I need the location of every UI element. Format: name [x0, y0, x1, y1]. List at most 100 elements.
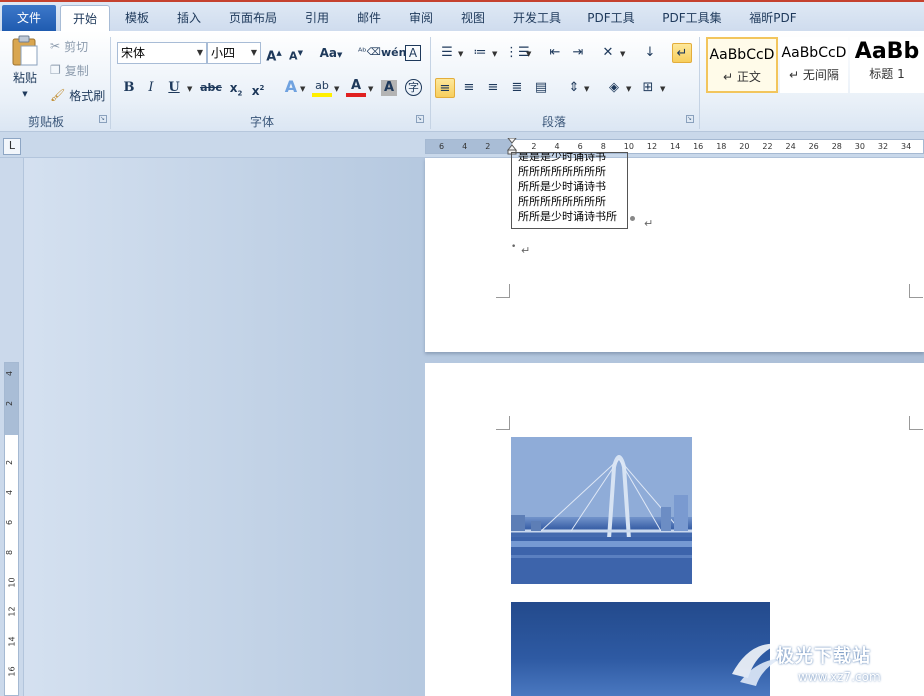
font-name-select[interactable]: 宋体 ▼	[117, 42, 207, 64]
vertical-ruler[interactable]: 4 2 2 4 6 8 10 12 14 16	[4, 362, 19, 696]
tab-developer[interactable]: 开发工具	[504, 7, 570, 31]
tab-references[interactable]: 引用	[296, 7, 338, 31]
clear-format-icon[interactable]: ᴬᵇ⌫	[358, 43, 381, 63]
style-normal[interactable]: AaBbCcD ↵ 正文	[706, 37, 778, 93]
style-preview: AaBb	[854, 39, 920, 64]
sort-icon[interactable]: ↓	[640, 43, 660, 63]
tab-selector[interactable]: L	[3, 138, 21, 155]
style-preview: AaBbCcD	[781, 45, 847, 61]
margin-corner	[909, 416, 923, 430]
strikethrough-icon[interactable]: abc	[200, 78, 222, 98]
numbering-icon[interactable]: ≔	[470, 43, 490, 63]
bold-icon[interactable]: B	[119, 78, 139, 98]
text-line: 是是是少时诵诗书	[518, 152, 606, 163]
tab-file[interactable]: 文件	[2, 5, 56, 31]
tab-pdf-toolset[interactable]: PDF工具集	[654, 7, 730, 31]
group-divider	[110, 37, 111, 129]
watermark-title: 极光下载站	[776, 646, 871, 667]
style-name: 标题 1	[869, 67, 905, 81]
clipboard-launcher-icon[interactable]: ↘	[99, 115, 107, 123]
chevron-down-icon[interactable]: ▼	[620, 50, 625, 58]
character-border-icon[interactable]: A	[405, 45, 421, 61]
ruler-tick-label: 16	[7, 666, 17, 677]
italic-icon[interactable]: I	[141, 78, 161, 98]
chevron-down-icon[interactable]: ▼	[334, 85, 339, 93]
enclose-character-icon[interactable]: 字	[405, 79, 422, 96]
chevron-down-icon[interactable]: ▼	[187, 85, 192, 93]
bridge-photo[interactable]	[511, 437, 692, 584]
subscript-icon[interactable]: x2	[226, 78, 246, 98]
resize-handle[interactable]	[630, 216, 635, 221]
tab-review[interactable]: 审阅	[400, 7, 442, 31]
chevron-down-icon[interactable]: ▼	[368, 85, 373, 93]
ruler-tick-label: 20	[739, 142, 750, 151]
line-spacing-icon[interactable]: ⇕	[564, 78, 584, 98]
horizontal-ruler[interactable]: 6422468101214161820222426283032343	[425, 138, 924, 155]
distributed-icon[interactable]: ▤	[531, 78, 551, 98]
text-line: 所所所所所所所所	[518, 165, 606, 178]
paste-button[interactable]: 粘贴 ▼	[8, 35, 42, 105]
show-formatting-marks-icon[interactable]: ↵	[672, 43, 692, 63]
cut-button[interactable]: ✂ 剪切	[50, 37, 88, 55]
tab-insert[interactable]: 插入	[168, 7, 210, 31]
ruler-tick-label: 6	[439, 142, 445, 151]
style-heading-1[interactable]: AaBb 标题 1	[850, 37, 924, 93]
text-effect-icon[interactable]: A	[281, 77, 301, 97]
tab-pdf-tools[interactable]: PDF工具	[580, 7, 642, 31]
paragraph-launcher-icon[interactable]: ↘	[686, 115, 694, 123]
tab-template[interactable]: 模板	[116, 7, 158, 31]
chevron-down-icon[interactable]: ▼	[492, 50, 497, 58]
tab-home[interactable]: 开始	[60, 5, 110, 33]
bullets-icon[interactable]: ☰	[437, 43, 457, 63]
text-box[interactable]: 是是是少时诵诗书 所所所所所所所所 所所是少时诵诗书 所所所所所所所所 所所是少…	[511, 152, 628, 229]
justify-icon[interactable]: ≣	[507, 78, 527, 98]
tab-view[interactable]: 视图	[452, 7, 494, 31]
tab-page-layout[interactable]: 页面布局	[222, 7, 284, 31]
font-launcher-icon[interactable]: ↘	[416, 115, 424, 123]
format-painter-label: 格式刷	[69, 88, 106, 103]
chevron-down-icon[interactable]: ▼	[584, 85, 589, 93]
multilevel-list-icon[interactable]: ⋮☰	[505, 43, 530, 63]
ruler-bar: L 6422468101214161820222426283032343	[0, 132, 924, 158]
grow-font-icon[interactable]: A▲	[264, 43, 284, 64]
format-painter-button[interactable]: 🖌 格式刷	[50, 86, 105, 104]
character-shading-icon[interactable]: A	[381, 80, 397, 96]
shrink-font-icon[interactable]: A▼	[286, 43, 306, 63]
borders-icon[interactable]: ⊞	[638, 78, 658, 98]
highlight-icon[interactable]: ab	[312, 78, 332, 97]
align-center-icon[interactable]: ≡	[459, 78, 479, 98]
copy-button[interactable]: ❐ 复制	[50, 61, 89, 79]
style-no-spacing[interactable]: AaBbCcD ↵ 无间隔	[780, 37, 848, 93]
chevron-down-icon[interactable]: ▼	[300, 85, 305, 93]
ruler-tick-label: 8	[600, 142, 606, 151]
chinese-layout-icon[interactable]: ✕	[598, 43, 618, 63]
ruler-tick-label: 2	[5, 400, 15, 406]
ruler-tick-label: 10	[7, 577, 17, 588]
ruler-tick-label: 10	[623, 142, 634, 151]
text-line: 所所是少时诵诗书所	[518, 210, 617, 223]
phonetic-guide-icon[interactable]: wén	[381, 43, 406, 63]
tab-foxit-pdf[interactable]: 福昕PDF	[742, 7, 804, 31]
chevron-down-icon[interactable]: ▼	[660, 85, 665, 93]
font-size-select[interactable]: 小四 ▼	[207, 42, 261, 64]
ruler-tick-label: 22	[762, 142, 773, 151]
chevron-down-icon[interactable]: ▼	[458, 50, 463, 58]
change-case-icon[interactable]: Aa▼	[318, 43, 344, 63]
ruler-tick-label: 2	[485, 142, 491, 151]
brush-icon: 🖌	[50, 88, 66, 102]
chevron-down-icon[interactable]: ▼	[626, 85, 631, 93]
increase-indent-icon[interactable]: ⇥	[568, 43, 588, 63]
tab-mailings[interactable]: 邮件	[348, 7, 390, 31]
align-left-icon[interactable]: ≡	[435, 78, 455, 98]
page-1[interactable]: 是是是少时诵诗书 所所所所所所所所 所所是少时诵诗书 所所所所所所所所 所所是少…	[425, 152, 924, 352]
decrease-indent-icon[interactable]: ⇤	[545, 43, 565, 63]
ruler-tick-label: 16	[693, 142, 704, 151]
text-line: 所所所所所所所所	[518, 195, 606, 208]
superscript-icon[interactable]: x2	[248, 78, 268, 98]
chevron-down-icon: ▼	[22, 90, 28, 98]
align-right-icon[interactable]: ≡	[483, 78, 503, 98]
chevron-down-icon[interactable]: ▼	[526, 50, 531, 58]
underline-icon[interactable]: U	[164, 78, 184, 98]
font-color-icon[interactable]: A	[346, 78, 366, 97]
shading-icon[interactable]: ◈	[604, 78, 624, 98]
